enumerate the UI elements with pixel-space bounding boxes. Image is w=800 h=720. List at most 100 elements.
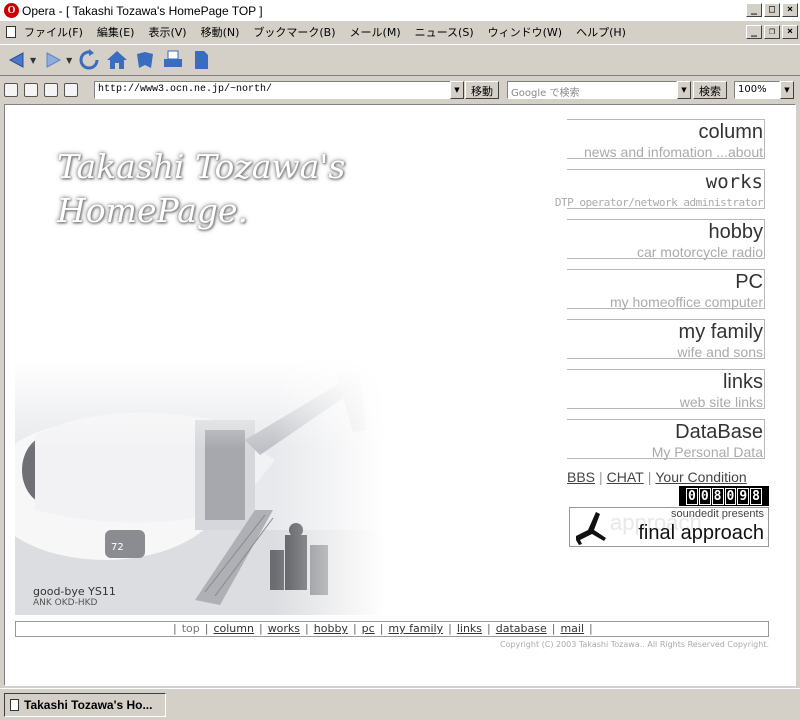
menu-view[interactable]: 表示(V): [148, 24, 186, 40]
separator: |: [173, 622, 177, 635]
footer-link-links[interactable]: links: [457, 622, 482, 635]
counter-digit: 8: [750, 487, 762, 505]
status-bar: Takashi Tozawa's Ho...: [0, 688, 800, 720]
separator: |: [599, 469, 603, 485]
home-icon[interactable]: [106, 49, 128, 71]
final-approach-banner[interactable]: approach soundedit presents final approa…: [569, 507, 769, 547]
logo-line-1: Takashi Tozawa's: [57, 147, 346, 186]
menu-edit[interactable]: 編集(E): [97, 24, 135, 40]
separator: |: [352, 622, 357, 635]
page-icon[interactable]: [190, 49, 212, 71]
search-input[interactable]: Google で検索: [507, 81, 677, 99]
separator: |: [487, 622, 491, 635]
photo-caption: good-bye YS11 ANK OKD-HKD: [33, 585, 116, 608]
menu-mail[interactable]: メール(M): [350, 24, 401, 40]
nav-subtitle: My Personal Data: [651, 444, 763, 460]
minimize-button[interactable]: _: [746, 3, 762, 17]
back-icon[interactable]: [6, 49, 28, 71]
banner-presenter: soundedit presents: [671, 508, 764, 520]
menu-window[interactable]: ウィンドウ(W): [488, 24, 562, 40]
nav-item-my-family[interactable]: my family wife and sons: [547, 319, 767, 369]
footer-link-database[interactable]: database: [496, 622, 547, 635]
doc-close-button[interactable]: ×: [782, 25, 798, 39]
zoom-dropdown[interactable]: ▼: [780, 81, 794, 99]
airplane-photo: 72: [5, 360, 385, 615]
document-icon[interactable]: [6, 26, 16, 38]
nav-title: PC: [735, 271, 763, 293]
caption-title: good-bye YS11: [33, 585, 116, 598]
opera-icon: O: [4, 3, 19, 18]
user-icon[interactable]: [64, 83, 78, 97]
separator: |: [448, 622, 452, 635]
nav-item-hobby[interactable]: hobby car motorcycle radio: [547, 219, 767, 269]
nav-title: DataBase: [675, 421, 763, 443]
footer-link-column[interactable]: column: [213, 622, 254, 635]
print-icon[interactable]: [162, 49, 184, 71]
nav-item-works[interactable]: works DTP operator/network administrator: [547, 169, 767, 219]
footer-link-pc[interactable]: pc: [362, 622, 375, 635]
counter-digit: 8: [711, 487, 724, 505]
chat-link[interactable]: CHAT: [607, 469, 644, 485]
nav-subtitle: web site links: [679, 394, 763, 410]
security-icon[interactable]: [4, 83, 18, 97]
separator: |: [551, 622, 556, 635]
nav-title: column: [698, 121, 763, 143]
your-condition-link[interactable]: Your Condition: [655, 469, 746, 485]
page-viewport: Takashi Tozawa's HomePage. good-bye YS11…: [4, 104, 796, 686]
menu-bar: ファイル(F) 編集(E) 表示(V) 移動(N) ブックマーク(B) メール(…: [0, 22, 800, 42]
close-button[interactable]: ×: [782, 3, 798, 17]
go-button[interactable]: 移動: [465, 81, 499, 99]
nav-title: works: [705, 171, 763, 193]
banner-title: final approach: [638, 522, 764, 544]
footer-link-my-family[interactable]: my family: [388, 622, 443, 635]
nav-item-database[interactable]: DataBase My Personal Data: [547, 419, 767, 469]
footer-nav: | top | column | works | hobby | pc | my family | lin…: [15, 621, 769, 637]
counter-digit: 0: [698, 487, 711, 505]
window-title: Opera - [ Takashi Tozawa's HomePage TOP …: [22, 3, 263, 18]
zoom-field[interactable]: 100%: [734, 81, 780, 99]
reload-icon[interactable]: [78, 49, 100, 71]
caption-subtitle: ANK OKD-HKD: [33, 598, 98, 608]
url-dropdown-button[interactable]: ▼: [450, 81, 464, 99]
nav-subtitle: car motorcycle radio: [636, 244, 763, 260]
nav-item-column[interactable]: column news and infomation ...about: [547, 119, 767, 169]
menu-bookmarks[interactable]: ブックマーク(B): [253, 24, 335, 40]
doc-restore-button[interactable]: ❐: [764, 25, 780, 39]
forward-icon[interactable]: [42, 49, 64, 71]
separator: |: [647, 469, 652, 485]
logo-line-2: HomePage.: [57, 191, 249, 230]
new-page-icon[interactable]: [44, 83, 58, 97]
doc-minimize-button[interactable]: _: [746, 25, 762, 39]
menu-help[interactable]: ヘルプ(H): [576, 24, 626, 40]
separator: |: [305, 622, 309, 635]
footer-link-top[interactable]: top: [182, 622, 200, 635]
bbs-link[interactable]: BBS: [567, 469, 595, 485]
search-button[interactable]: 検索: [693, 81, 727, 99]
footer-link-hobby[interactable]: hobby: [314, 622, 348, 635]
separator: |: [204, 622, 209, 635]
separator: |: [258, 622, 263, 635]
url-input[interactable]: http://www3.ocn.ne.jp/~north/: [94, 81, 464, 99]
access-counter: 0 0 8 0 9 8: [679, 486, 769, 506]
back-history-dropdown[interactable]: ▼: [30, 56, 36, 65]
site-logo[interactable]: Takashi Tozawa's HomePage.: [57, 145, 345, 233]
menu-file[interactable]: ファイル(F): [24, 24, 83, 40]
menu-navigate[interactable]: 移動(N): [201, 24, 240, 40]
nav-title: my family: [678, 321, 763, 343]
maximize-button[interactable]: □: [764, 3, 780, 17]
page-tab[interactable]: Takashi Tozawa's Ho...: [4, 693, 166, 717]
hotlist-icon[interactable]: [134, 49, 156, 71]
menu-news[interactable]: ニュース(S): [415, 24, 474, 40]
search-engine-dropdown[interactable]: ▼: [677, 81, 691, 99]
toolbar: ▼ ▼: [0, 44, 800, 76]
camera-icon[interactable]: [24, 83, 38, 97]
nav-item-links[interactable]: links web site links: [547, 369, 767, 419]
quick-links: BBS | CHAT | Your Condition: [567, 469, 747, 485]
footer-link-mail[interactable]: mail: [560, 622, 584, 635]
nav-item-pc[interactable]: PC my homeoffice computer: [547, 269, 767, 319]
tab-title: Takashi Tozawa's Ho...: [24, 698, 153, 712]
nav-subtitle: wife and sons: [677, 344, 763, 360]
footer-link-works[interactable]: works: [268, 622, 300, 635]
forward-history-dropdown[interactable]: ▼: [66, 56, 72, 65]
counter-digit: 0: [686, 487, 698, 505]
